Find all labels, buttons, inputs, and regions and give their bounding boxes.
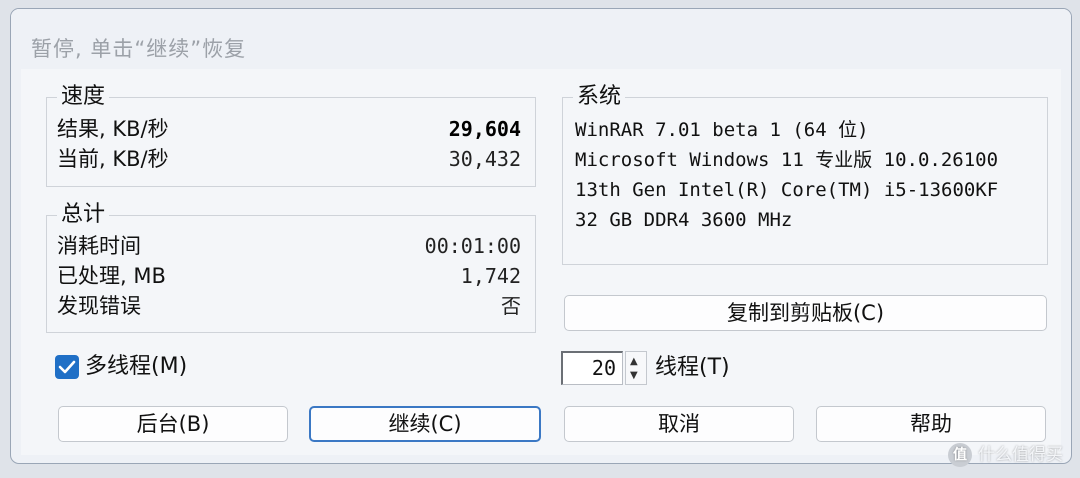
elapsed-time-value: 00:01:00 — [424, 234, 521, 258]
processed-row: 已处理, MB 1,742 — [57, 262, 521, 290]
window-title: 暂停, 单击“继续”恢复 — [31, 37, 247, 61]
speed-result-label: 结果, KB/秒 — [57, 117, 169, 141]
system-line-os: Microsoft Windows 11 专业版 10.0.26100 — [575, 149, 999, 171]
watermark-text: 什么值得买 — [978, 445, 1063, 465]
speed-group: 速度 结果, KB/秒 29,604 当前, KB/秒 30,432 — [46, 84, 536, 187]
multithread-label[interactable]: 多线程(M) — [85, 352, 187, 382]
watermark-logo-icon: 值 — [948, 443, 972, 467]
speed-result-value: 29,604 — [448, 117, 521, 141]
system-line-cpu: 13th Gen Intel(R) Core(TM) i5-13600KF — [575, 179, 999, 201]
threads-input[interactable]: 20 — [561, 351, 623, 385]
continue-button[interactable]: 继续(C) — [309, 406, 541, 442]
total-group: 总计 消耗时间 00:01:00 已处理, MB 1,742 发现错误 否 — [46, 202, 536, 333]
checkmark-icon — [58, 360, 76, 374]
system-line-winrar: WinRAR 7.01 beta 1 (64 位) — [575, 119, 869, 141]
errors-label: 发现错误 — [57, 294, 141, 318]
system-group: 系统 WinRAR 7.01 beta 1 (64 位) Microsoft W… — [562, 84, 1048, 265]
processed-value: 1,742 — [460, 264, 521, 288]
threads-label: 线程(T) — [655, 355, 730, 380]
multithread-checkbox[interactable] — [55, 355, 79, 379]
spin-up-icon[interactable]: ▲ — [630, 357, 638, 367]
title-bar[interactable]: 暂停, 单击“继续”恢复 — [11, 9, 1071, 67]
speed-result-row: 结果, KB/秒 29,604 — [57, 115, 521, 143]
threads-spinner[interactable]: ▲ ▼ — [625, 351, 647, 385]
speed-current-row: 当前, KB/秒 30,432 — [57, 145, 521, 173]
background-button[interactable]: 后台(B) — [58, 406, 288, 442]
copy-to-clipboard-button[interactable]: 复制到剪贴板(C) — [564, 295, 1047, 331]
elapsed-time-label: 消耗时间 — [57, 234, 141, 258]
benchmark-dialog: 暂停, 单击“继续”恢复 速度 结果, KB/秒 29,604 当前, KB/秒… — [10, 8, 1072, 464]
help-button[interactable]: 帮助 — [816, 406, 1046, 442]
dialog-client: 速度 结果, KB/秒 29,604 当前, KB/秒 30,432 总计 消耗… — [21, 69, 1061, 455]
speed-group-title: 速度 — [57, 84, 110, 110]
system-group-title: 系统 — [573, 84, 626, 110]
processed-label: 已处理, MB — [57, 264, 166, 288]
system-line-memory: 32 GB DDR4 3600 MHz — [575, 209, 793, 231]
errors-row: 发现错误 否 — [57, 292, 521, 320]
cancel-button[interactable]: 取消 — [564, 406, 794, 442]
elapsed-time-row: 消耗时间 00:01:00 — [57, 232, 521, 260]
errors-value: 否 — [501, 294, 521, 318]
speed-current-value: 30,432 — [448, 147, 521, 171]
total-group-title: 总计 — [57, 202, 110, 228]
spin-down-icon[interactable]: ▼ — [630, 371, 638, 381]
speed-current-label: 当前, KB/秒 — [57, 147, 169, 171]
